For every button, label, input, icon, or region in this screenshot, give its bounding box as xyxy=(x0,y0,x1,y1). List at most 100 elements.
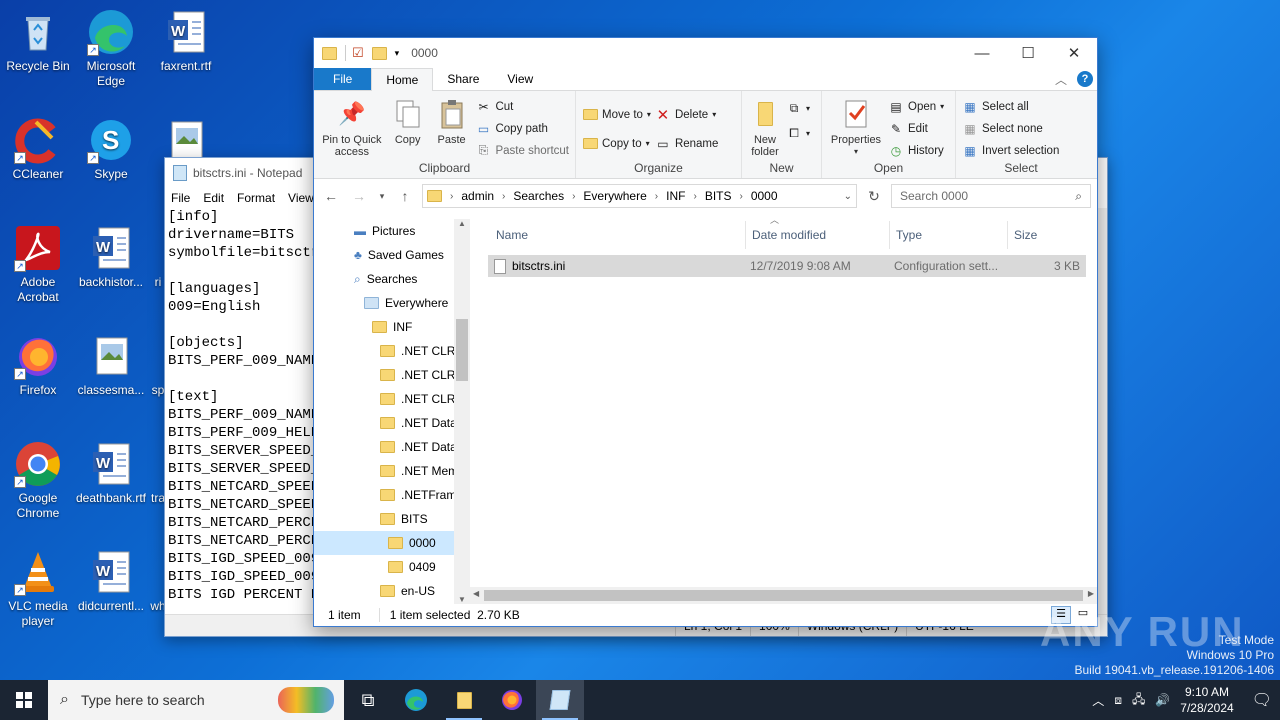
breadcrumb-separator-icon[interactable]: › xyxy=(446,191,457,202)
refresh-button[interactable]: ↻ xyxy=(863,188,885,205)
column-header-date[interactable]: Date modified xyxy=(746,221,890,249)
file-list-horizontal-scrollbar[interactable]: ◀ ▶ xyxy=(470,587,1097,604)
desktop-icon-backhistor[interactable]: W backhistor... xyxy=(73,224,149,290)
delete-button[interactable]: ✕ Delete ▾ xyxy=(655,105,718,124)
breadcrumb-bits[interactable]: BITS xyxy=(705,189,732,203)
desktop-icon-deathbank[interactable]: W deathbank.rtf xyxy=(73,440,149,506)
back-button[interactable]: ← xyxy=(320,188,342,204)
nav-item-everywhere[interactable]: Everywhere xyxy=(314,291,470,315)
properties-quick-icon[interactable]: ☑ xyxy=(345,45,364,61)
navigation-pane[interactable]: ▬ Pictures ♣ Saved Games ⌕ Searches Everywh… xyxy=(314,219,470,604)
nav-item-saved-games[interactable]: ♣ Saved Games xyxy=(314,243,470,267)
nav-item-net-clr-n2[interactable]: .NET CLR N xyxy=(314,387,470,411)
desktop-icon-faxrent[interactable]: W faxrent.rtf xyxy=(148,8,224,74)
clock[interactable]: 9:10 AM 7/28/2024 xyxy=(1180,684,1233,716)
taskbar-search-input[interactable]: Type here to search xyxy=(81,692,205,708)
breadcrumb-searches[interactable]: Searches xyxy=(513,189,564,203)
desktop-icon-firefox[interactable]: ↗ Firefox xyxy=(0,332,76,398)
volume-icon[interactable]: 🔊 xyxy=(1155,693,1170,707)
search-box[interactable]: Search 0000 ⌕ xyxy=(891,184,1091,208)
select-none-button[interactable]: ▦ Select none xyxy=(962,119,1059,138)
notepad-menu-view[interactable]: View xyxy=(288,191,314,205)
network-icon[interactable]: 🖧 xyxy=(1132,690,1145,711)
taskbar-firefox[interactable] xyxy=(488,680,536,720)
network-adapter-icon[interactable]: ⧈ xyxy=(1114,693,1122,708)
address-dropdown-icon[interactable]: ⌄ xyxy=(844,191,852,202)
notepad-menu-edit[interactable]: Edit xyxy=(203,191,224,205)
breadcrumb-everywhere[interactable]: Everywhere xyxy=(583,189,646,203)
edit-button[interactable]: ✎ Edit xyxy=(888,119,944,138)
nav-item-pictures[interactable]: ▬ Pictures xyxy=(314,219,470,243)
breadcrumb-separator-icon[interactable]: › xyxy=(651,191,662,202)
horizontal-scroll-thumb[interactable] xyxy=(484,590,1083,601)
address-bar[interactable]: › admin › Searches › Everywhere › INF › … xyxy=(422,184,857,208)
desktop-icon-vlc[interactable]: ↗ VLC media player xyxy=(0,548,76,629)
scroll-up-icon[interactable]: ▲ xyxy=(454,219,470,228)
desktop-icon-chrome[interactable]: ↗ Google Chrome xyxy=(0,440,76,521)
column-header-size[interactable]: Size xyxy=(1008,221,1078,249)
nav-item-net-mem[interactable]: .NET Mem xyxy=(314,459,470,483)
paste-shortcut-button[interactable]: ⎘ Paste shortcut xyxy=(475,141,569,160)
scroll-left-icon[interactable]: ◀ xyxy=(473,589,479,598)
maximize-button[interactable]: ☐ xyxy=(1005,38,1051,68)
notepad-menu-file[interactable]: File xyxy=(171,191,190,205)
desktop-icon-didcurrentl[interactable]: W didcurrentl... xyxy=(73,548,149,614)
nav-item-netframe[interactable]: .NETFrame xyxy=(314,483,470,507)
table-row[interactable]: bitsctrs.ini 12/7/2019 9:08 AM Configura… xyxy=(488,255,1086,277)
nav-item-searches[interactable]: ⌕ Searches xyxy=(314,267,470,291)
nav-item-net-clr-d[interactable]: .NET CLR D xyxy=(314,339,470,363)
tab-file[interactable]: File xyxy=(314,68,372,90)
cut-button[interactable]: ✂ Cut xyxy=(475,97,569,116)
nav-item-0000[interactable]: 0000 xyxy=(314,531,470,555)
copy-path-button[interactable]: ▭ Copy path xyxy=(475,119,569,138)
collapse-ribbon-icon[interactable]: ︿ xyxy=(1055,71,1067,88)
breadcrumb-separator-icon[interactable]: › xyxy=(735,191,746,202)
breadcrumb-separator-icon[interactable]: › xyxy=(689,191,700,202)
start-button[interactable] xyxy=(0,680,48,720)
new-item-button[interactable]: ⧉ ▾ xyxy=(786,99,810,118)
desktop-icon-classesma[interactable]: classesma... xyxy=(73,332,149,398)
taskbar-notepad[interactable] xyxy=(536,680,584,720)
easy-access-button[interactable]: ⧠ ▾ xyxy=(786,124,810,143)
breadcrumb-0000[interactable]: 0000 xyxy=(751,189,778,203)
nav-item-en-us[interactable]: en-US xyxy=(314,579,470,603)
desktop-icon-skype[interactable]: S ↗ Skype xyxy=(73,116,149,182)
tab-home[interactable]: Home xyxy=(371,68,434,91)
desktop-icon-recycle-bin[interactable]: Recycle Bin xyxy=(0,8,76,74)
tab-view[interactable]: View xyxy=(493,68,547,90)
breadcrumb-separator-icon[interactable]: › xyxy=(498,191,509,202)
breadcrumb-inf[interactable]: INF xyxy=(666,189,685,203)
new-folder-quick-icon[interactable] xyxy=(371,46,387,60)
history-button[interactable]: ◷ History xyxy=(888,141,944,160)
nav-pane-scrollbar[interactable]: ▲ ▼ xyxy=(454,219,470,604)
recent-locations-button[interactable]: ▾ xyxy=(376,191,388,202)
explorer-titlebar[interactable]: ☑ ▾ 0000 — ☐ ✕ xyxy=(314,38,1097,68)
taskbar-search-box[interactable]: ⌕ Type here to search xyxy=(48,680,344,720)
breadcrumb-separator-icon[interactable]: › xyxy=(568,191,579,202)
quick-access-dropdown-icon[interactable]: ▾ xyxy=(395,48,400,59)
desktop-icon-ccleaner[interactable]: ↗ CCleaner xyxy=(0,116,76,182)
notifications-icon[interactable]: 🗨 xyxy=(1252,690,1272,710)
taskbar-edge[interactable] xyxy=(392,680,440,720)
tab-share[interactable]: Share xyxy=(433,68,493,90)
scroll-down-icon[interactable]: ▼ xyxy=(454,595,470,604)
nav-item-net-data2[interactable]: .NET Data xyxy=(314,435,470,459)
column-header-name[interactable]: Name xyxy=(490,221,746,249)
copy-to-button[interactable]: Copy to ▾ xyxy=(582,134,651,153)
close-button[interactable]: ✕ xyxy=(1051,38,1097,68)
search-input[interactable]: Search 0000 xyxy=(900,189,968,203)
desktop-icon-edge[interactable]: ↗ Microsoft Edge xyxy=(73,8,149,89)
nav-pane-scroll-thumb[interactable] xyxy=(456,319,468,381)
invert-selection-button[interactable]: ▦ Invert selection xyxy=(962,141,1059,160)
help-icon[interactable]: ? xyxy=(1077,71,1093,87)
nav-item-0409[interactable]: 0409 xyxy=(314,555,470,579)
file-list[interactable]: ︿ Name Date modified Type Size bitsctrs.… xyxy=(470,215,1097,604)
desktop-icon-acrobat[interactable]: ↗ Adobe Acrobat xyxy=(0,224,76,305)
rename-button[interactable]: ▭ Rename xyxy=(655,134,718,153)
select-all-button[interactable]: ▦ Select all xyxy=(962,97,1059,116)
notepad-menu-format[interactable]: Format xyxy=(237,191,275,205)
task-view-button[interactable]: ⧉ xyxy=(344,680,392,720)
explorer-window[interactable]: ☑ ▾ 0000 — ☐ ✕ File Home Share View ︿ ? … xyxy=(313,37,1098,627)
nav-item-bits[interactable]: BITS xyxy=(314,507,470,531)
breadcrumb-admin[interactable]: admin xyxy=(461,189,494,203)
